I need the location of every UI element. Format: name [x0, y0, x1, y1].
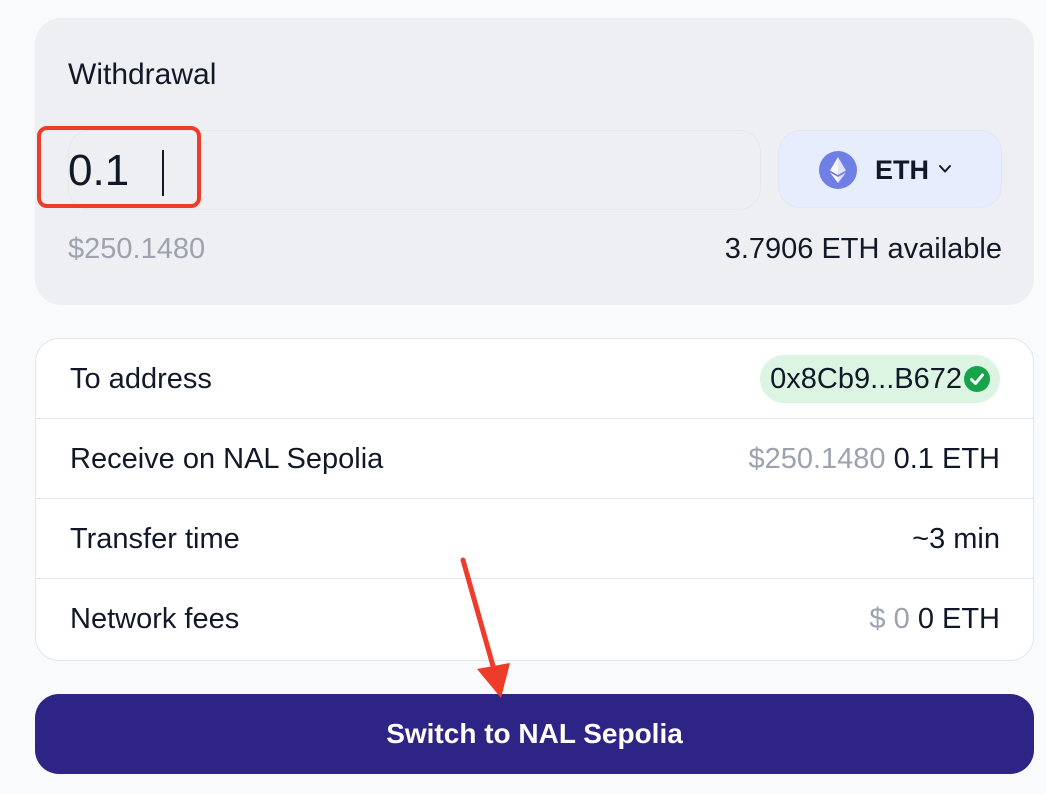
- amount-usd-value: $250.1480: [68, 233, 206, 265]
- withdrawal-title: Withdrawal: [68, 58, 217, 91]
- address-badge[interactable]: 0x8Cb9...B672: [760, 355, 1000, 403]
- transfer-time-value: ~3 min: [912, 523, 1000, 555]
- detail-row-receive: Receive on NAL Sepolia $250.1480 0.1 ETH: [36, 419, 1033, 499]
- transfer-time-label: Transfer time: [70, 523, 240, 555]
- network-fees-amount: 0 ETH: [917, 603, 1000, 635]
- switch-network-button[interactable]: Switch to NAL Sepolia: [35, 694, 1034, 774]
- network-fees-value: $ 0 0 ETH: [869, 603, 1000, 636]
- annotation-highlight-box: [37, 126, 201, 208]
- receive-value: $250.1480 0.1 ETH: [748, 443, 1000, 476]
- network-fees-label: Network fees: [70, 603, 240, 635]
- withdrawal-card: Withdrawal ETH $250.1480 3.7906 ETH avai…: [35, 18, 1034, 305]
- address-value: 0x8Cb9...B672: [770, 362, 962, 395]
- ethereum-icon: [819, 151, 857, 189]
- detail-row-network-fees: Network fees $ 0 0 ETH: [36, 579, 1033, 659]
- transfer-details-card: To address 0x8Cb9...B672 Receive on NAL …: [35, 338, 1034, 661]
- receive-amount: 0.1 ETH: [893, 443, 1000, 475]
- to-address-label: To address: [70, 363, 212, 395]
- token-select-button[interactable]: ETH: [778, 130, 1002, 208]
- token-symbol: ETH: [875, 155, 929, 185]
- available-balance: 3.7906 ETH available: [724, 233, 1002, 265]
- detail-row-transfer-time: Transfer time ~3 min: [36, 499, 1033, 579]
- network-fees-usd: $ 0: [869, 603, 910, 635]
- detail-row-to-address: To address 0x8Cb9...B672: [36, 339, 1033, 419]
- receive-usd: $250.1480: [748, 443, 886, 475]
- chevron-down-icon: [939, 165, 951, 173]
- receive-label: Receive on NAL Sepolia: [70, 443, 384, 475]
- verified-check-icon: [964, 366, 990, 392]
